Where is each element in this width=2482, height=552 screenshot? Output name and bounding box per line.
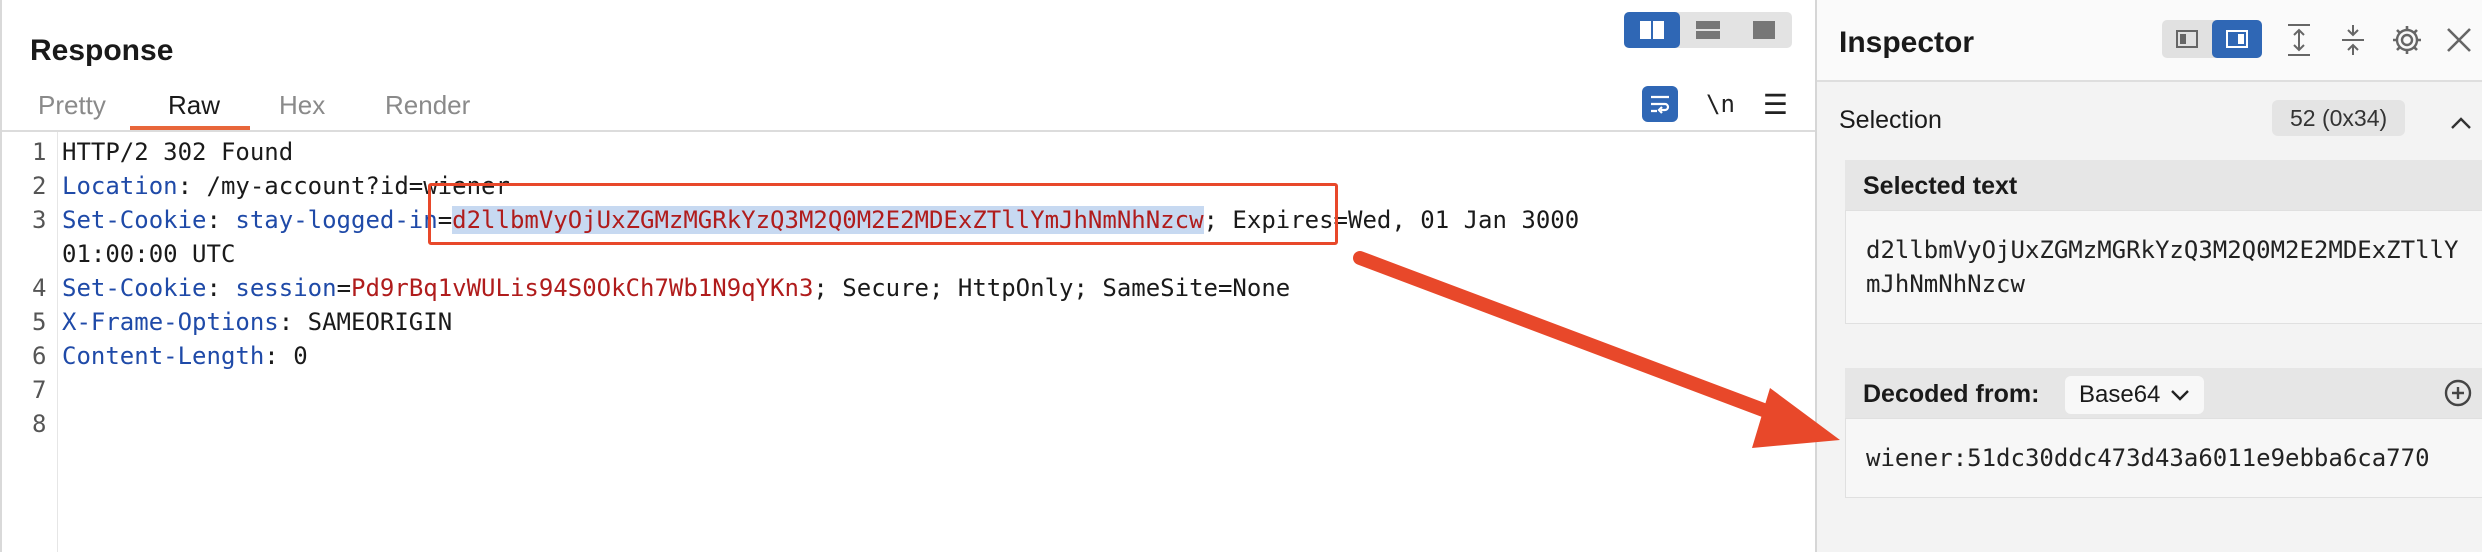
equals-sign: =	[336, 274, 352, 302]
inspector-right-layout-button[interactable]	[2212, 20, 2262, 58]
active-tab-underline	[130, 126, 250, 130]
decoder-value: Base64	[2079, 381, 2161, 408]
line-number: 8	[32, 410, 47, 438]
code-line-5: X-Frame-Options: SAMEORIGIN	[62, 308, 452, 336]
code-line-6: Content-Length: 0	[62, 342, 308, 370]
line-number: 7	[32, 376, 47, 404]
line-number: 6	[32, 342, 47, 370]
cookie-name: stay-logged-in	[235, 206, 438, 234]
single-pane-icon	[1753, 21, 1775, 39]
response-tabs: Pretty Raw Hex Render	[2, 86, 1815, 132]
inspector-title: Inspector	[1839, 26, 1975, 59]
inspector-left-layout-button[interactable]	[2162, 20, 2212, 58]
decoder-select[interactable]: Base64	[2065, 376, 2205, 414]
status-line: HTTP/2 302 Found	[62, 138, 294, 166]
collapse-icon[interactable]	[2333, 20, 2373, 60]
line-number: 4	[32, 274, 47, 302]
selected-text-title: Selected text	[1863, 172, 2018, 200]
line-number: 1	[32, 138, 47, 166]
cookie-attributes: ; Secure; HttpOnly; SameSite=None	[813, 274, 1291, 302]
split-horizontal-icon	[1640, 21, 1664, 39]
editor-toolbar: \n ☰	[1642, 84, 1788, 124]
add-icon[interactable]	[2443, 378, 2473, 408]
decoded-from-label: Decoded from:	[1863, 380, 2040, 408]
selection-count-badge: 52 (0x34)	[2272, 100, 2406, 136]
separator: :	[206, 206, 236, 234]
decoded-text-value[interactable]: wiener:51dc30ddc473d43a6011e9ebba6ca770	[1845, 418, 2482, 498]
cookie-value: Pd9rBq1vWULis94S0OkCh7Wb1N9qYKn3	[351, 274, 814, 302]
header-key: Content-Length	[62, 342, 265, 370]
response-pane: Response Pretty Raw Hex Render \n ☰ 1 2 …	[0, 0, 1815, 552]
code-line-4: Set-Cookie: session=Pd9rBq1vWULis94S0OkC…	[62, 274, 1290, 302]
selected-text-header: Selected text	[1845, 160, 2482, 210]
split-horizontal-button[interactable]	[1624, 12, 1680, 48]
tab-render[interactable]: Render	[385, 90, 470, 133]
selected-text-card: Selected text d2llbmVyOjUxZGMzMGRkYzQ3M2…	[1845, 160, 2482, 324]
wrap-lines-icon	[1651, 95, 1670, 114]
cookie-name: session	[235, 274, 337, 302]
line-number: 5	[32, 308, 47, 336]
selection-label: Selection	[1839, 106, 1942, 134]
sidebar-left-icon	[2176, 30, 2198, 48]
layout-toggle	[1624, 12, 1792, 48]
gear-icon[interactable]	[2387, 20, 2427, 60]
code-line-3-continued: 01:00:00 UTC	[62, 240, 235, 268]
inspector-layout-toggle	[2162, 20, 2262, 58]
annotation-highlight-box	[428, 183, 1338, 245]
split-vertical-button[interactable]	[1680, 12, 1736, 48]
selected-text-value[interactable]: d2llbmVyOjUxZGMzMGRkYzQ3M2Q0M2E2MDExZTll…	[1845, 210, 2482, 324]
expand-icon[interactable]	[2279, 20, 2319, 60]
menu-icon[interactable]: ☰	[1763, 88, 1788, 121]
line-number: 3	[32, 206, 47, 234]
header-key: Set-Cookie	[62, 206, 207, 234]
code-line-1: HTTP/2 302 Found	[62, 138, 293, 166]
header-key: Set-Cookie	[62, 274, 207, 302]
sidebar-right-icon	[2226, 30, 2248, 48]
inspector-panel: Inspector Selection 52 (0x34) Selected t…	[1815, 0, 2482, 552]
response-title: Response	[30, 34, 174, 67]
tab-pretty[interactable]: Pretty	[38, 90, 106, 133]
separator: :	[206, 274, 236, 302]
decoded-header: Decoded from: Base64	[1845, 368, 2482, 418]
decoded-card: Decoded from: Base64 wiener:51dc30ddc473…	[1845, 368, 2482, 498]
single-pane-button[interactable]	[1736, 12, 1792, 48]
header-value: : 0	[264, 342, 308, 370]
tab-hex[interactable]: Hex	[279, 90, 325, 133]
header-value: : SAMEORIGIN	[278, 308, 453, 336]
line-number-gutter: 1 2 3 4 5 6 7 8	[2, 132, 58, 552]
chevron-up-icon[interactable]	[2450, 106, 2472, 137]
close-icon[interactable]	[2439, 20, 2479, 60]
line-number: 2	[32, 172, 47, 200]
cookie-attributes-cont: 01:00:00 UTC	[62, 240, 236, 268]
inspector-header: Inspector	[1817, 0, 2482, 82]
wrap-lines-button[interactable]	[1642, 86, 1678, 122]
selection-row[interactable]: Selection 52 (0x34)	[1817, 92, 2482, 152]
newline-toggle-icon[interactable]: \n	[1706, 90, 1735, 118]
split-vertical-icon	[1696, 21, 1720, 39]
header-key: X-Frame-Options	[62, 308, 279, 336]
chevron-down-icon	[2171, 390, 2190, 401]
header-key: Location	[62, 172, 178, 200]
